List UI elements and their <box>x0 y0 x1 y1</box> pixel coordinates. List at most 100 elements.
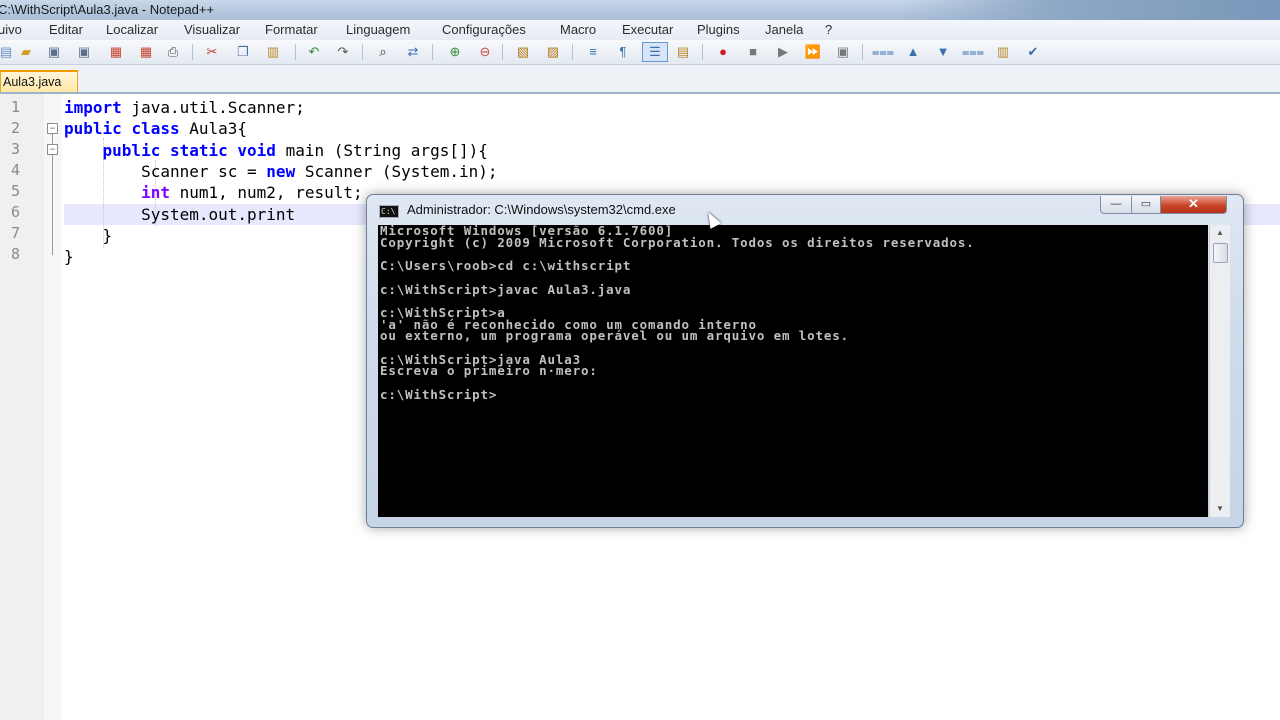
menu-linguagem[interactable]: Linguagem <box>346 20 410 40</box>
line-number: 6 <box>10 203 20 221</box>
fold-line <box>52 134 53 144</box>
code-line[interactable]: int num1, num2, result; <box>64 182 363 203</box>
up-icon[interactable]: ▲ <box>905 44 921 60</box>
code-keyword: import <box>64 98 122 117</box>
wrap-icon[interactable]: ≡ <box>585 44 601 60</box>
line-number: 7 <box>10 224 20 242</box>
code-text: Scanner sc = <box>64 161 267 181</box>
fold-line <box>52 155 53 255</box>
code-keyword: new <box>266 161 296 181</box>
app-title-bar: C:\WithScript\Aula3.java - Notepad++ <box>0 0 1280 20</box>
line-number: 4 <box>10 161 20 179</box>
menu-help[interactable]: ? <box>825 20 832 40</box>
menu-arquivo[interactable]: uivo <box>0 20 22 40</box>
menu-editar[interactable]: Editar <box>49 20 83 40</box>
title-bar-glow <box>900 0 1280 20</box>
code-keyword: public <box>102 140 161 160</box>
doc-map-icon[interactable]: ▥ <box>995 44 1011 60</box>
undo-icon[interactable]: ↶ <box>306 44 322 60</box>
vertical-scrollbar[interactable]: ▲ ▼ <box>1209 225 1230 517</box>
print-icon[interactable]: ⎙ <box>165 44 181 60</box>
new-file-icon[interactable]: ▤ <box>0 44 14 60</box>
line-number: 5 <box>10 182 20 200</box>
save-all-icon[interactable]: ▣ <box>76 44 92 60</box>
tab-bar: Aula3.java <box>0 65 1280 94</box>
code-text: } <box>64 225 113 245</box>
zoom-out-icon[interactable]: ⊖ <box>477 44 493 60</box>
down-icon[interactable]: ▼ <box>935 44 951 60</box>
udl-icon[interactable]: ▤ <box>675 44 691 60</box>
indent-guide-icon[interactable]: ☰ <box>642 42 668 62</box>
replace-icon[interactable]: ⇄ <box>405 44 421 60</box>
menu-executar[interactable]: Executar <box>622 20 673 40</box>
code-text: Aula3{ <box>179 119 248 139</box>
window-title: C:\WithScript\Aula3.java - Notepad++ <box>0 2 215 17</box>
code-line[interactable]: System.out.print <box>64 204 295 225</box>
close-all-icon[interactable]: ▦ <box>138 44 154 60</box>
menu-janela[interactable]: Janela <box>765 20 803 40</box>
unfold-all-icon[interactable]: ⩶ <box>962 44 984 60</box>
save-icon[interactable]: ▣ <box>46 44 62 60</box>
menu-localizar[interactable]: Localizar <box>106 20 158 40</box>
line-number: 1 <box>10 98 20 116</box>
run-multiple-macro-icon[interactable]: ⏩ <box>805 44 821 60</box>
code-text: main (String args[]){ <box>275 140 488 160</box>
tab-aula3-java[interactable]: Aula3.java <box>0 70 78 92</box>
menu-plugins[interactable]: Plugins <box>697 20 740 40</box>
maximize-button[interactable]: ▭ <box>1131 196 1161 214</box>
paste-icon[interactable]: ▥ <box>265 44 281 60</box>
scroll-down-icon[interactable]: ▼ <box>1210 501 1230 517</box>
record-macro-icon[interactable]: ● <box>715 44 731 60</box>
redo-icon[interactable]: ↷ <box>335 44 351 60</box>
menu-macro[interactable]: Macro <box>560 20 596 40</box>
toolbar-separator <box>362 44 363 60</box>
menu-visualizar[interactable]: Visualizar <box>184 20 240 40</box>
stop-macro-icon[interactable]: ■ <box>745 44 761 60</box>
cut-icon[interactable]: ✂ <box>204 44 220 60</box>
all-chars-icon[interactable]: ¶ <box>615 44 631 60</box>
menu-formatar[interactable]: Formatar <box>265 20 318 40</box>
code-line[interactable]: } <box>64 225 113 246</box>
fold-all-icon[interactable]: ⩶ <box>872 44 894 60</box>
sync-v-icon[interactable]: ▧ <box>515 44 531 60</box>
play-macro-icon[interactable]: ▶ <box>775 44 791 60</box>
code-keyword: void <box>237 140 276 160</box>
menu-configuracoes[interactable]: Configurações <box>442 20 526 40</box>
code-line[interactable]: public static void main (String args[]){ <box>64 140 488 161</box>
minimize-button[interactable]: — <box>1100 196 1132 214</box>
line-number-gutter: 1 2 3 4 5 6 7 8 <box>0 94 45 720</box>
code-line[interactable]: import java.util.Scanner; <box>64 97 305 118</box>
close-icon[interactable]: ▦ <box>108 44 124 60</box>
scrollbar-thumb[interactable] <box>1213 243 1228 263</box>
code-line[interactable]: public class Aula3{ <box>64 118 247 139</box>
code-text: System.out.print <box>64 204 296 224</box>
zoom-in-icon[interactable]: ⊕ <box>447 44 463 60</box>
copy-icon[interactable]: ❐ <box>235 44 251 60</box>
code-text: java.util.Scanner; <box>121 98 305 117</box>
code-keyword: static <box>169 140 228 160</box>
close-button[interactable]: ✕ <box>1160 196 1227 214</box>
code-keyword: public <box>64 119 122 139</box>
toolbar: ▤ ▰ ▣ ▣ ▦ ▦ ⎙ ✂ ❐ ▥ ↶ ↷ ⌕ ⇄ ⊕ ⊖ ▧ ▨ ≡ ¶ … <box>0 40 1280 65</box>
code-text: Scanner (System.in); <box>295 161 498 181</box>
toolbar-separator <box>502 44 503 60</box>
fold-toggle-icon[interactable]: − <box>47 144 58 155</box>
scroll-up-icon[interactable]: ▲ <box>1210 225 1230 241</box>
sync-h-icon[interactable]: ▨ <box>545 44 561 60</box>
cmd-window[interactable]: C:\ Administrador: C:\Windows\system32\c… <box>366 194 1244 528</box>
fold-toggle-icon[interactable]: − <box>47 123 58 134</box>
console-output-area[interactable]: Microsoft Windows [versão 6.1.7600] Copy… <box>378 225 1208 517</box>
open-file-icon[interactable]: ▰ <box>18 44 34 60</box>
toolbar-separator <box>572 44 573 60</box>
line-number: 8 <box>10 245 20 263</box>
save-macro-icon[interactable]: ▣ <box>835 44 851 60</box>
code-line[interactable]: Scanner sc = new Scanner (System.in); <box>64 161 498 182</box>
toolbar-separator <box>295 44 296 60</box>
find-icon[interactable]: ⌕ <box>375 44 391 60</box>
code-line[interactable]: } <box>64 246 74 267</box>
spell-check-icon[interactable]: ✔ <box>1025 44 1041 60</box>
